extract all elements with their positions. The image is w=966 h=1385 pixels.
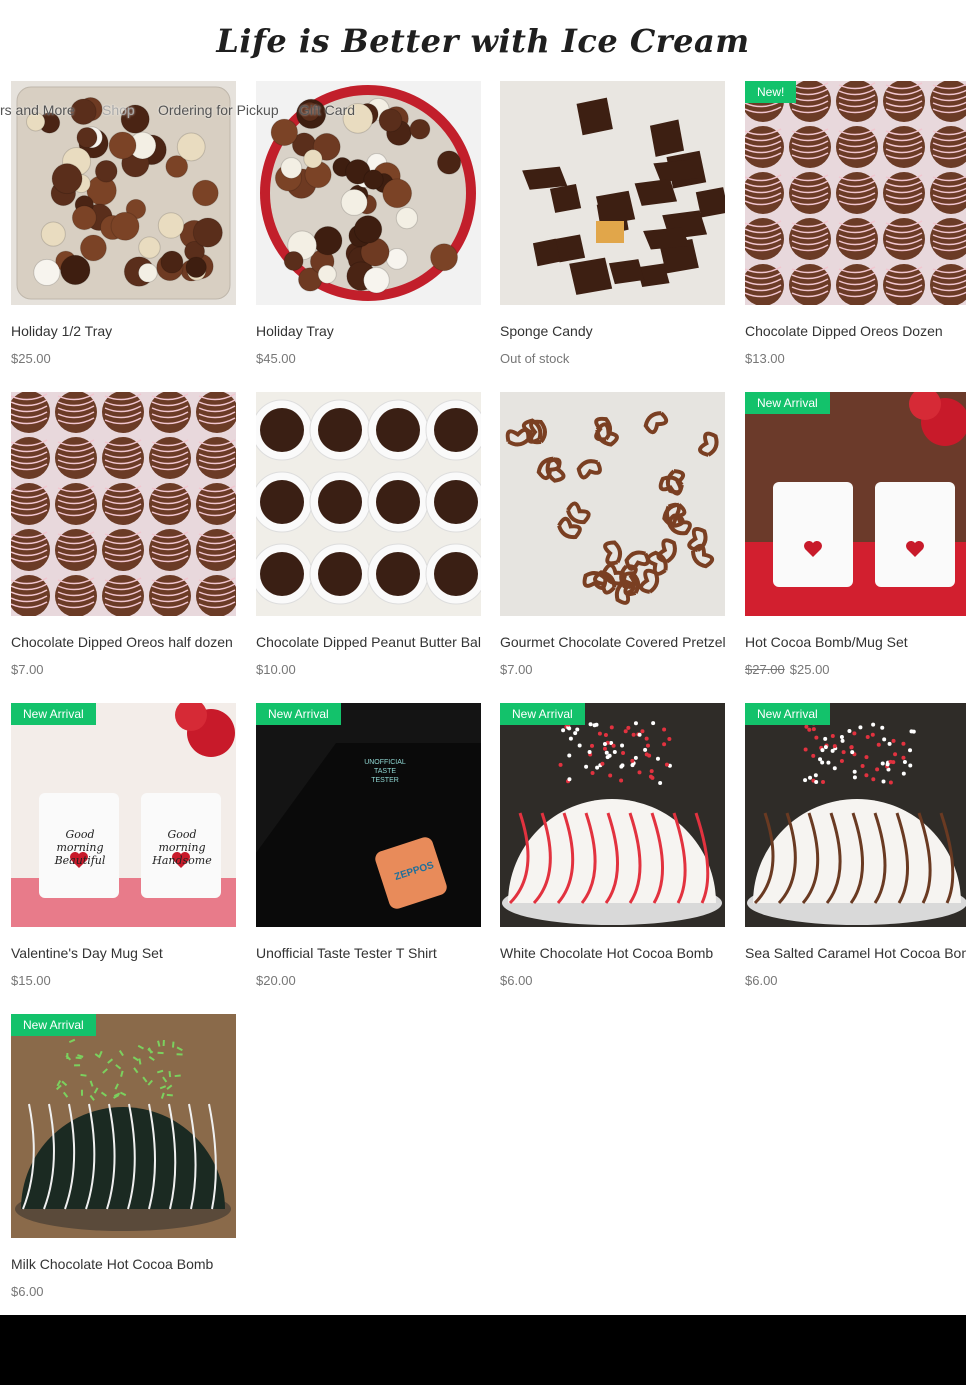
product-badge: New Arrival xyxy=(11,703,96,725)
product-price: $13.00 xyxy=(745,351,785,366)
footer xyxy=(0,1315,966,1385)
product-price: $45.00 xyxy=(256,351,296,366)
product-name[interactable]: Unofficial Taste Tester T Shirt xyxy=(256,945,481,961)
product-image[interactable]: New Arrival xyxy=(11,1014,236,1238)
product-current-price: $6.00 xyxy=(11,1284,44,1299)
product-current-price: $25.00 xyxy=(11,351,51,366)
product-image[interactable]: New Arrival xyxy=(11,703,236,927)
mug-lettering: Good morning Handsome xyxy=(152,828,212,867)
product-current-price: $15.00 xyxy=(11,973,51,988)
product-price: $6.00 xyxy=(745,973,778,988)
product-badge: New Arrival xyxy=(745,703,830,725)
pretzels-photo xyxy=(500,392,725,616)
product-current-price: $7.00 xyxy=(500,662,533,677)
tshirt-photo xyxy=(256,703,481,927)
product-image[interactable]: New Arrival xyxy=(500,703,725,927)
caramel-cocoa-bomb-photo xyxy=(745,703,966,927)
product-price: $7.00 xyxy=(500,662,533,677)
product-price: $6.00 xyxy=(11,1284,44,1299)
product-name[interactable]: Gourmet Chocolate Covered Pretzels xyxy=(500,634,725,650)
product-name[interactable]: Chocolate Dipped Oreos Dozen xyxy=(745,323,966,339)
product-name[interactable]: Milk Chocolate Hot Cocoa Bomb xyxy=(11,1256,236,1272)
product-card[interactable]: New Arrival White Chocolate Hot Cocoa Bom… xyxy=(500,703,725,998)
product-image[interactable]: New Arrival xyxy=(745,392,966,616)
product-card[interactable]: New Arrival Hot Cocoa Bomb/Mug Set $27.00 $… xyxy=(745,392,966,687)
product-price: $15.00 xyxy=(11,973,51,988)
product-price: $27.00 $25.00 xyxy=(745,662,830,677)
product-card[interactable]: New Arrival Milk Chocolate Hot Cocoa Bomb… xyxy=(11,1014,236,1309)
product-current-price: $6.00 xyxy=(500,973,533,988)
product-price: $7.00 xyxy=(11,662,44,677)
sponge-candy-photo xyxy=(500,81,725,305)
product-card[interactable]: Holiday 1/2 Tray $25.00 xyxy=(11,81,236,376)
nav-item-ordering-for-pickup[interactable]: Ordering for Pickup xyxy=(158,102,279,118)
product-card[interactable]: Chocolate Dipped Peanut Butter Balls $10.… xyxy=(256,392,481,687)
product-badge: New! xyxy=(745,81,797,103)
product-name[interactable]: Sponge Candy xyxy=(500,323,725,339)
product-old-price: $27.00 xyxy=(745,662,785,677)
product-name[interactable]: Chocolate Dipped Oreos half dozen xyxy=(11,634,236,650)
product-badge: New Arrival xyxy=(256,703,341,725)
product-price: $10.00 xyxy=(256,662,296,677)
product-current-price: $10.00 xyxy=(256,662,296,677)
nav-item-more[interactable]: rs and More xyxy=(0,102,75,118)
cocoa-mug-set-photo xyxy=(745,392,966,616)
product-price: $25.00 xyxy=(11,351,51,366)
product-price: $6.00 xyxy=(500,973,533,988)
oreos-dozen-photo xyxy=(745,81,966,305)
product-name[interactable]: White Chocolate Hot Cocoa Bomb xyxy=(500,945,725,961)
milk-cocoa-bomb-photo xyxy=(11,1014,236,1238)
product-price: Out of stock xyxy=(500,351,569,366)
product-current-price: $20.00 xyxy=(256,973,296,988)
peanut-butter-balls-photo xyxy=(256,392,481,616)
product-card[interactable]: New Arrival Valentine's Day Mug Set $15.00… xyxy=(11,703,236,998)
product-card[interactable]: New Arrival Unofficial Taste Tester T Shi… xyxy=(256,703,481,998)
product-image[interactable] xyxy=(11,392,236,616)
product-current-price: Out of stock xyxy=(500,351,570,366)
product-name[interactable]: Holiday 1/2 Tray xyxy=(11,323,236,339)
product-card[interactable]: Holiday Tray $45.00 xyxy=(256,81,481,376)
product-badge: New Arrival xyxy=(11,1014,96,1036)
product-card[interactable]: New Arrival Sea Salted Caramel Hot Cocoa … xyxy=(745,703,966,998)
product-image[interactable]: New Arrival xyxy=(745,703,966,927)
shirt-lettering: UNOFFICIAL TASTE TESTER xyxy=(364,759,406,784)
product-image[interactable]: New Arrival xyxy=(256,703,481,927)
site-nav: rs and More Shop Ordering for Pickup Gif… xyxy=(0,102,400,124)
nav-item-gift-card[interactable]: Gift Card xyxy=(299,102,355,118)
product-name[interactable]: Hot Cocoa Bomb/Mug Set xyxy=(745,634,966,650)
product-name[interactable]: Valentine's Day Mug Set xyxy=(11,945,236,961)
product-card[interactable]: New! Chocolate Dipped Oreos Dozen $13.00 xyxy=(745,81,966,376)
mug-lettering: Good morning Beautiful xyxy=(54,828,106,867)
product-badge: New Arrival xyxy=(500,703,585,725)
product-current-price: $25.00 xyxy=(789,662,830,677)
product-image[interactable]: New! xyxy=(745,81,966,305)
product-name[interactable]: Sea Salted Caramel Hot Cocoa Bomb xyxy=(745,945,966,961)
product-card[interactable]: Sponge Candy Out of stock xyxy=(500,81,725,376)
product-image[interactable] xyxy=(500,392,725,616)
product-badge: New Arrival xyxy=(745,392,830,414)
oreos-half-dozen-photo xyxy=(11,392,236,616)
product-name[interactable]: Chocolate Dipped Peanut Butter Balls xyxy=(256,634,481,650)
nav-item-shop[interactable]: Shop xyxy=(102,102,135,118)
product-current-price: $13.00 xyxy=(745,351,785,366)
site-title[interactable]: Life is Better with Ice Cream xyxy=(0,22,966,60)
product-card[interactable]: Chocolate Dipped Oreos half dozen $7.00 xyxy=(11,392,236,687)
product-image[interactable] xyxy=(500,81,725,305)
product-current-price: $6.00 xyxy=(745,973,778,988)
white-cocoa-bomb-photo xyxy=(500,703,725,927)
product-current-price: $7.00 xyxy=(11,662,44,677)
valentine-mugs-photo xyxy=(11,703,236,927)
product-current-price: $45.00 xyxy=(256,351,296,366)
product-name[interactable]: Holiday Tray xyxy=(256,323,481,339)
product-price: $20.00 xyxy=(256,973,296,988)
product-image[interactable] xyxy=(256,392,481,616)
product-card[interactable]: Gourmet Chocolate Covered Pretzels $7.00 xyxy=(500,392,725,687)
